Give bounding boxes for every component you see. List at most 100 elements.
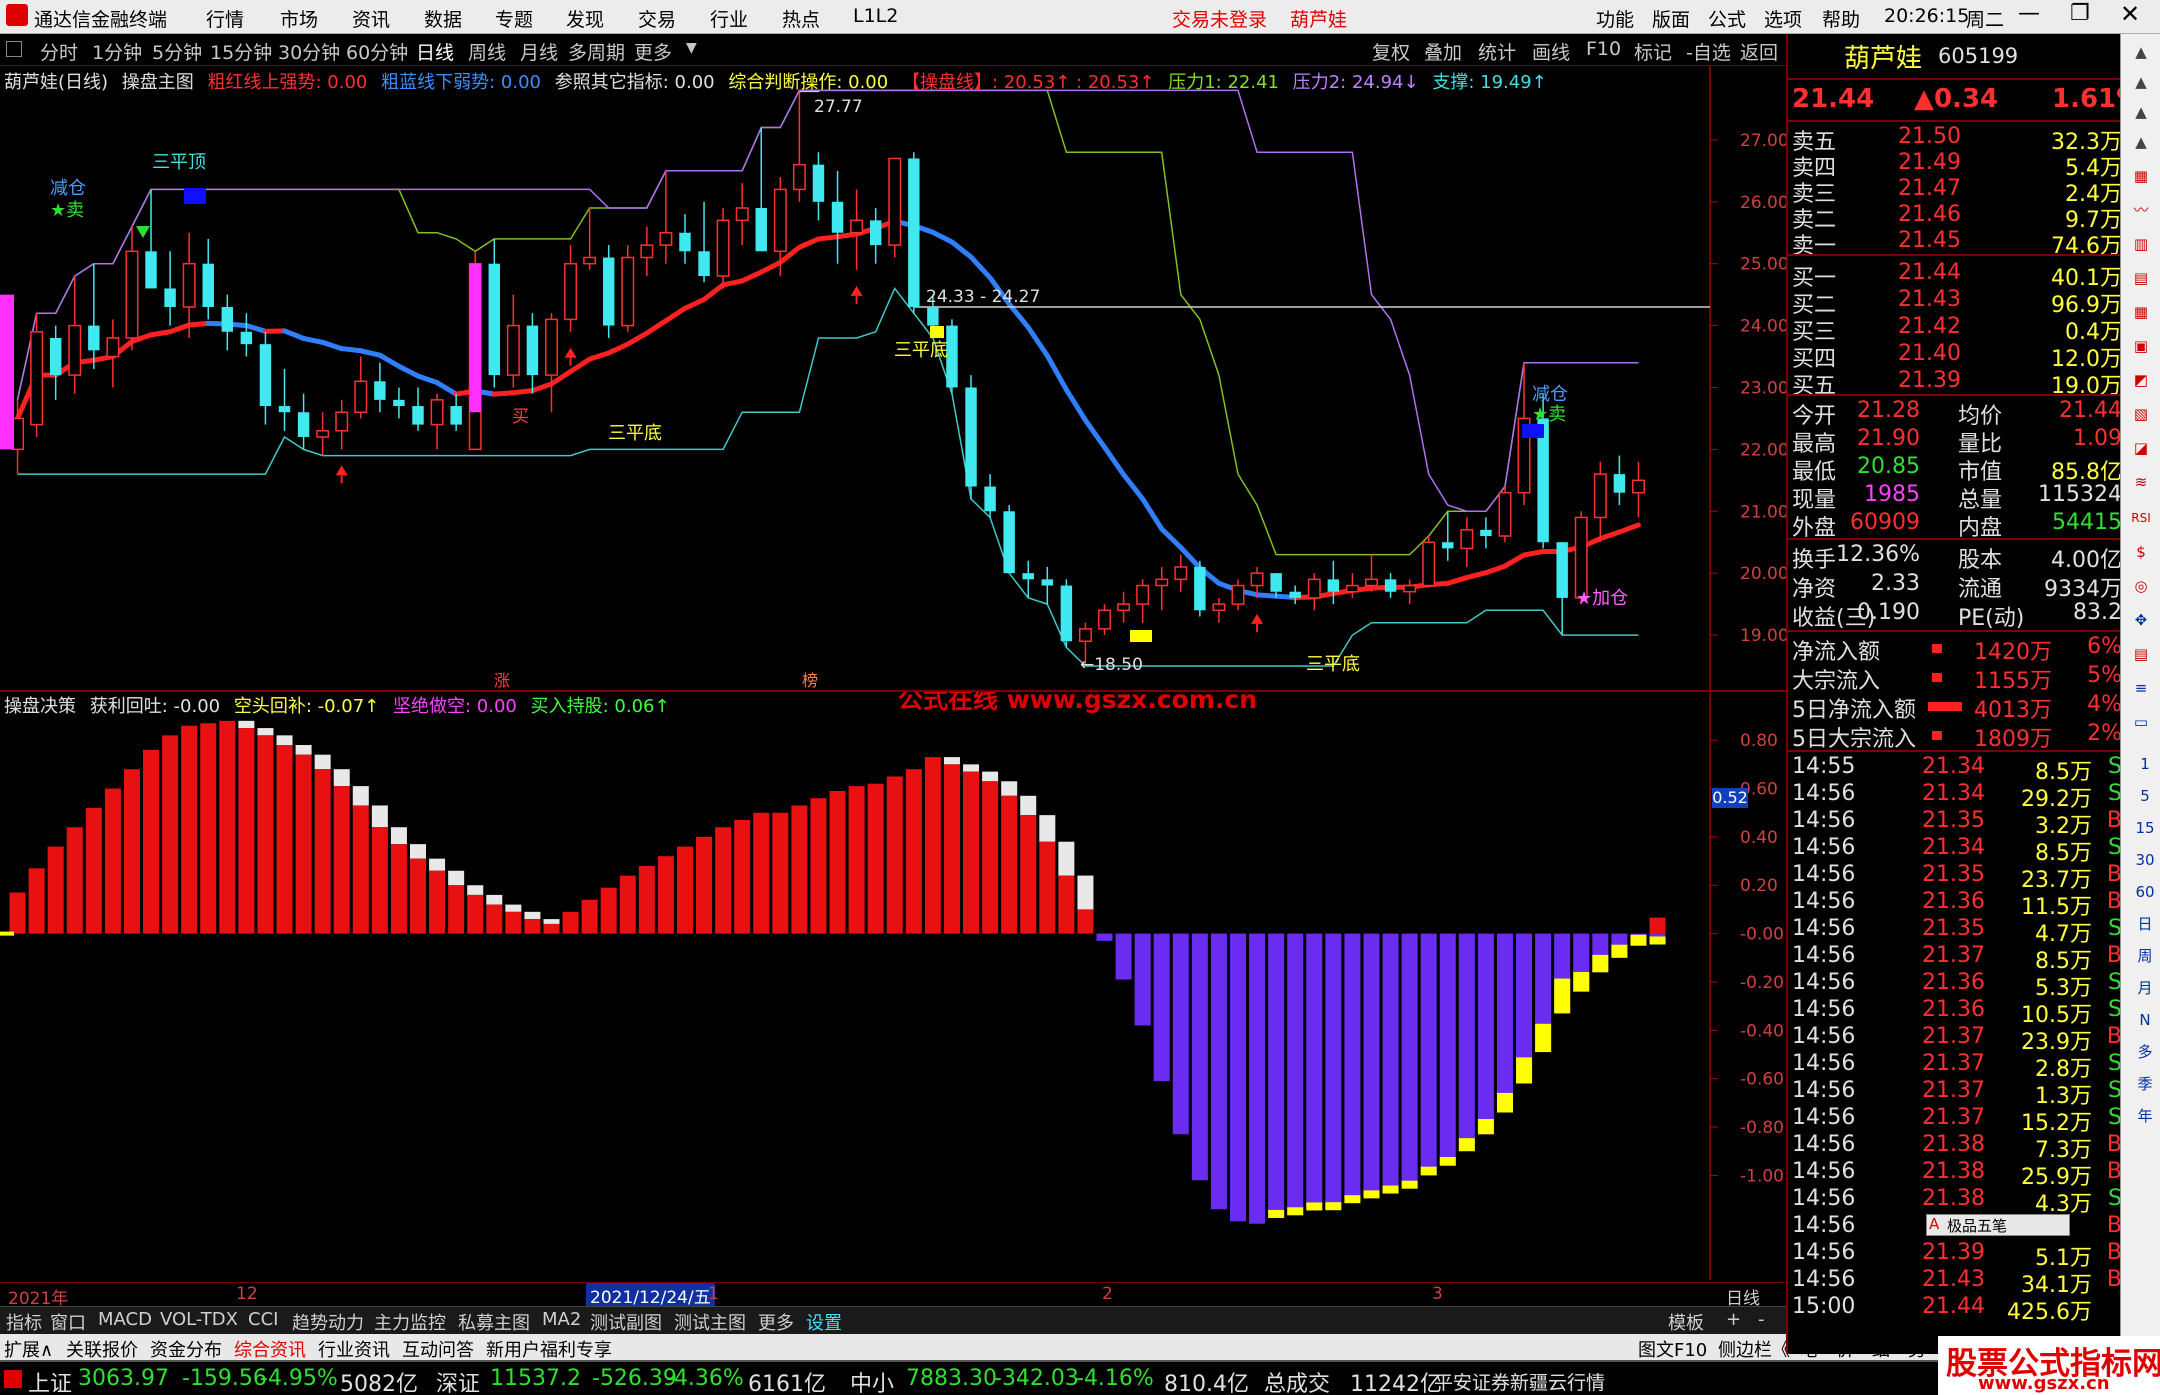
flow-row[interactable]: 大宗流入 1155万 5% — [1792, 663, 2122, 694]
candle-body-up[interactable] — [640, 244, 654, 259]
tab-chuangkou[interactable]: 窗口 — [50, 1309, 86, 1335]
candle-body-up[interactable] — [1136, 584, 1150, 605]
candle-body-up[interactable] — [1250, 572, 1264, 587]
sidebar-lines-icon[interactable]: ≡ — [2125, 674, 2157, 702]
candle-body-up[interactable] — [1117, 603, 1131, 612]
candle-body-up[interactable] — [1174, 566, 1188, 581]
candle-body-up[interactable] — [1365, 578, 1378, 587]
period-5min[interactable]: 5分钟 — [152, 38, 202, 65]
candle-body-up[interactable] — [1403, 584, 1417, 593]
menu-gongshi[interactable]: 公式 — [1708, 5, 1746, 32]
menu-zhuanti[interactable]: 专题 — [495, 5, 533, 32]
candle-body-up[interactable] — [1155, 578, 1169, 587]
login-status[interactable]: 交易未登录 — [1172, 5, 1267, 32]
tab2-guanlian[interactable]: 关联报价 — [66, 1336, 138, 1362]
tab2-kuozhan[interactable]: 扩展∧ — [4, 1336, 53, 1362]
candle-body-down[interactable] — [908, 158, 920, 308]
menu-zixun[interactable]: 资讯 — [352, 5, 390, 32]
candle-body-down[interactable] — [1556, 542, 1568, 598]
candle-body-up[interactable] — [1345, 584, 1359, 593]
menu-bangzhu[interactable]: 帮助 — [1822, 5, 1860, 32]
menu-xuanxiang[interactable]: 选项 — [1764, 5, 1802, 32]
flow-row[interactable]: 净流入额 1420万 6% — [1792, 634, 2122, 665]
sidebar-period-8[interactable]: N — [2129, 1006, 2160, 1034]
sidebar-doc-icon[interactable]: ▭ — [2125, 708, 2157, 736]
tick-row[interactable]: 14:56 21.36 10.5万 S — [1792, 997, 2122, 1028]
candle-body-down[interactable] — [412, 406, 424, 425]
stat-row[interactable]: 现量 1985 总量 115324 — [1792, 482, 2122, 513]
menu-faxian[interactable]: 发现 — [566, 5, 604, 32]
tick-row[interactable]: 14:56 21.35 23.7万 B — [1792, 862, 2122, 893]
tick-row[interactable]: 14:56 21.37 8.5万 B — [1792, 943, 2122, 974]
candle-body-down[interactable] — [278, 406, 291, 413]
candle-body-up[interactable] — [1098, 609, 1111, 630]
period-1min[interactable]: 1分钟 — [92, 38, 142, 65]
tick-row[interactable]: 14:56 21.37 23.9万 B — [1792, 1024, 2122, 1055]
candle-body-down[interactable] — [297, 412, 310, 437]
sidebar-wave-icon[interactable]: ≋ — [2125, 468, 2157, 496]
candle-body-down[interactable] — [984, 486, 996, 512]
tab-macd[interactable]: MACD — [98, 1309, 152, 1330]
more-chevron-icon[interactable]: ▼ — [686, 40, 697, 56]
candle-body-down[interactable] — [869, 220, 882, 246]
tick-row[interactable]: 14:56 21.37 2.8万 S — [1792, 1051, 2122, 1082]
candle-body-up[interactable] — [1498, 491, 1512, 537]
bid-row[interactable]: 买一 21.44 40.1万 — [1792, 260, 2122, 291]
candle-body-up[interactable] — [621, 256, 635, 327]
menu-hangye[interactable]: 行业 — [710, 5, 748, 32]
candle-body-down[interactable] — [927, 307, 939, 326]
tab2-tuwen[interactable]: 图文F10 — [1638, 1336, 1707, 1362]
tab-ceshifu[interactable]: 测试副图 — [590, 1309, 662, 1335]
sidebar-kline-icon[interactable]: ▤ — [2125, 264, 2157, 292]
tab2-hudong[interactable]: 互动问答 — [402, 1336, 474, 1362]
sidebar-period-11[interactable]: 年 — [2129, 1102, 2160, 1130]
candle-body-down[interactable] — [1327, 579, 1340, 592]
candle-body-up[interactable] — [1231, 584, 1245, 605]
candle-body-up[interactable] — [773, 188, 787, 253]
sidebar-line-icon[interactable]: 〰 — [2125, 196, 2157, 224]
sidebar-target-icon[interactable]: ◎ — [2125, 572, 2157, 600]
sidebar-period-1[interactable]: 5 — [2129, 782, 2160, 810]
candle-body-up[interactable] — [68, 324, 82, 376]
sidebar-period-6[interactable]: 周 — [2129, 942, 2160, 970]
candle-body-up[interactable] — [583, 256, 597, 265]
tab-simu[interactable]: 私募主图 — [458, 1309, 530, 1335]
candle-body-down[interactable] — [812, 164, 825, 202]
tick-row[interactable]: 14:56 21.37 1.3万 S — [1792, 1078, 2122, 1109]
ask-row[interactable]: 卖五 21.50 32.3万 — [1792, 124, 2122, 155]
candle-body-down[interactable] — [1003, 511, 1015, 574]
candlestick-chart[interactable]: 27.00 26.00 25.00 24.00 23.00 22.00 21.00 20.00… — [0, 66, 1786, 690]
candle-body-down[interactable] — [1060, 585, 1073, 642]
candle-body-up[interactable] — [735, 207, 749, 222]
candle-body-down[interactable] — [88, 325, 100, 351]
candle-body-up[interactable] — [30, 331, 44, 426]
period-60min[interactable]: 60分钟 — [346, 38, 408, 65]
zx-label[interactable]: 中小 — [850, 1366, 894, 1395]
candle-body-up[interactable] — [545, 318, 558, 376]
menu-shuju[interactable]: 数据 — [424, 5, 462, 32]
sub-chart-panel[interactable]: 0.80 0.60 0.40 0.20 -0.00 -0.20 -0.40 -0.60 -0.8… — [0, 690, 1786, 1309]
candle-body-up[interactable] — [1422, 541, 1436, 587]
candle-body-down[interactable] — [49, 337, 62, 376]
sidebar-table-icon[interactable]: ▣ — [2125, 332, 2157, 360]
btn-tongji[interactable]: 统计 — [1478, 38, 1516, 65]
candle-body-down[interactable] — [679, 232, 691, 252]
minimize-icon[interactable]: — — [2018, 1, 2040, 26]
candle-body-up[interactable] — [1307, 578, 1321, 599]
tab-vol[interactable]: VOL-TDX — [160, 1309, 238, 1330]
menu-shichang[interactable]: 市场 — [280, 5, 318, 32]
candle-body-up[interactable] — [659, 231, 673, 246]
candle-body-down[interactable] — [393, 399, 405, 407]
sub-legend-title[interactable]: 操盘决策 — [4, 696, 76, 717]
btn-diejia[interactable]: 叠加 — [1424, 38, 1462, 65]
candle-body-down[interactable] — [1289, 591, 1301, 598]
bid-row[interactable]: 买三 21.42 0.4万 — [1792, 314, 2122, 345]
stat-row[interactable]: 最高 21.90 量比 1.09 — [1792, 426, 2122, 457]
candle-body-down[interactable] — [1270, 573, 1282, 592]
candle-body-up[interactable] — [106, 337, 120, 358]
sidebar-period-7[interactable]: 月 — [2129, 974, 2160, 1002]
stat2-row[interactable]: 收益(三) 0.190 PE(动) 83.2 — [1792, 600, 2122, 631]
tick-row[interactable]: 14:56 21.36 11.5万 B — [1792, 889, 2122, 920]
tick-row[interactable]: 14:56 21.38 7.3万 B — [1792, 1132, 2122, 1163]
candle-body-down[interactable] — [1194, 566, 1206, 611]
